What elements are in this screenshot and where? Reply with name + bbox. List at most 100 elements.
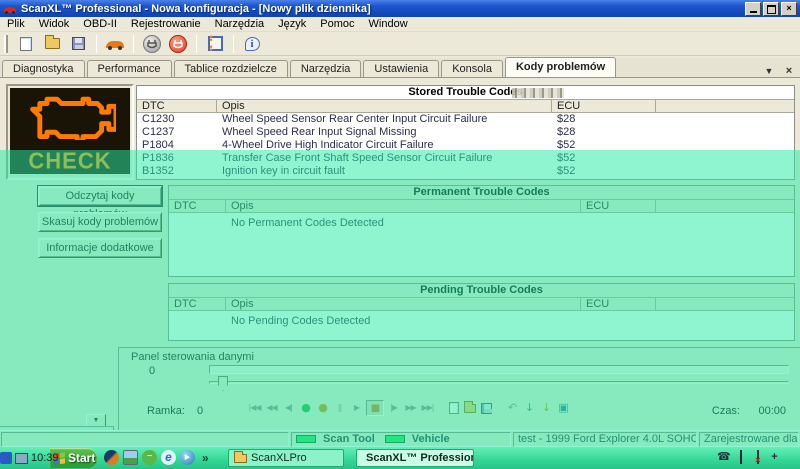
column-ecu[interactable]: ECU bbox=[581, 200, 656, 212]
additional-info-button[interactable]: Informacje dodatkowe bbox=[38, 238, 162, 258]
step-back-button[interactable]: ◀| bbox=[281, 400, 296, 416]
menu-rejestrowanie[interactable]: Rejestrowanie bbox=[124, 17, 208, 32]
play-button[interactable]: ▶ bbox=[349, 400, 364, 416]
vehicle-icon[interactable] bbox=[103, 33, 127, 54]
dashboard-frame-icon[interactable] bbox=[203, 33, 227, 54]
menu-jezyk[interactable]: Język bbox=[271, 17, 313, 32]
battery-icon[interactable] bbox=[734, 450, 747, 464]
step-forward-button[interactable]: |▶ bbox=[386, 400, 401, 416]
skip-end-button[interactable]: ▶▶| bbox=[420, 400, 435, 416]
record-button[interactable]: ● bbox=[298, 400, 313, 416]
restore-button[interactable] bbox=[763, 2, 779, 16]
pause-button[interactable]: || bbox=[332, 400, 347, 416]
tab-scroll-icon[interactable]: ▼ bbox=[762, 66, 776, 76]
ghost-clock: 10:39 bbox=[31, 452, 59, 464]
menu-widok[interactable]: Widok bbox=[32, 17, 77, 32]
column-dtc[interactable]: DTC bbox=[137, 100, 217, 112]
undo-icon[interactable]: ↶ bbox=[505, 400, 520, 416]
task-scanxlpro[interactable]: ScanXLPro bbox=[228, 449, 344, 467]
open-file-icon[interactable] bbox=[40, 33, 64, 54]
column-ecu[interactable]: ECU bbox=[581, 298, 656, 310]
connect-icon[interactable] bbox=[140, 33, 164, 54]
table-row[interactable]: C1230Wheel Speed Sensor Rear Center Inpu… bbox=[137, 113, 794, 126]
tab-konsola[interactable]: Konsola bbox=[441, 60, 503, 77]
tab-ustawienia[interactable]: Ustawienia bbox=[363, 60, 439, 77]
table-row[interactable]: C1237Wheel Speed Rear Input Signal Missi… bbox=[137, 126, 794, 139]
column-dtc[interactable]: DTC bbox=[169, 200, 226, 212]
time-value: 00:00 bbox=[758, 405, 786, 417]
status-cell-empty bbox=[1, 432, 289, 447]
quick-launch-overflow-icon[interactable]: » bbox=[202, 451, 209, 465]
toolbar-grip[interactable] bbox=[4, 35, 8, 53]
tab-performance[interactable]: Performance bbox=[87, 60, 172, 77]
menu-window[interactable]: Window bbox=[362, 17, 415, 32]
permanent-codes-group: Permanent Trouble Codes DTC Opis ECU No … bbox=[168, 185, 795, 277]
skip-start-button[interactable]: |◀◀ bbox=[247, 400, 262, 416]
new-log-icon[interactable] bbox=[447, 401, 461, 416]
info-icon[interactable]: i bbox=[240, 33, 264, 54]
tab-close-icon[interactable]: × bbox=[782, 65, 796, 77]
menu-narzedzia[interactable]: Narzędzia bbox=[208, 17, 272, 32]
rewind-button[interactable]: ◀◀ bbox=[264, 400, 279, 416]
transport-controls: |◀◀ ◀◀ ◀| ● ● || ▶ ■ |▶ ▶▶ ▶▶| ↶ ↓ ↓ ▣ bbox=[247, 400, 571, 416]
render-artifact bbox=[512, 88, 564, 98]
slider-groove[interactable] bbox=[209, 381, 789, 384]
disconnect-icon[interactable] bbox=[166, 33, 190, 54]
column-ecu[interactable]: ECU bbox=[552, 100, 656, 112]
progress-track[interactable] bbox=[209, 365, 789, 374]
internet-explorer-icon[interactable]: e bbox=[161, 450, 176, 465]
marker-button[interactable]: ● bbox=[315, 400, 330, 416]
tab-narzedzia[interactable]: Narzędzia bbox=[290, 60, 362, 77]
table-row[interactable]: P18044-Wheel Drive High Indicator Circui… bbox=[137, 139, 794, 152]
column-extra[interactable] bbox=[656, 298, 794, 310]
tab-kody-problemow[interactable]: Kody problemów bbox=[505, 57, 616, 77]
modem-icon[interactable]: ☎ bbox=[717, 450, 730, 464]
table-row[interactable]: B1352Ignition key in circuit fault$52 bbox=[137, 165, 794, 178]
table-row[interactable]: P1836Transfer Case Front Shaft Speed Sen… bbox=[137, 152, 794, 165]
title-bar[interactable]: ScanXL™ Professional - Nowa konfiguracja… bbox=[0, 0, 800, 17]
column-opis[interactable]: Opis bbox=[226, 200, 581, 212]
tab-tablice-rozdzielcze[interactable]: Tablice rozdzielcze bbox=[174, 60, 288, 77]
ghost-clock-fragment: 10:39 bbox=[0, 452, 59, 464]
data-control-panel: Panel sterowania danymi 0 Ramka: 0 |◀◀ ◀… bbox=[118, 347, 800, 430]
permanent-empty-message: No Permanent Codes Detected bbox=[169, 213, 794, 229]
browser-icon[interactable] bbox=[104, 450, 119, 465]
export-green-icon[interactable]: ↓ bbox=[522, 400, 537, 416]
pending-codes-header: DTC Opis ECU bbox=[169, 298, 794, 311]
column-opis[interactable]: Opis bbox=[226, 298, 581, 310]
image-viewer-icon[interactable] bbox=[123, 450, 138, 465]
column-extra[interactable] bbox=[656, 200, 794, 212]
antivirus-icon[interactable]: + bbox=[768, 450, 781, 464]
scanxl-window: ScanXL™ Professional - Nowa konfiguracja… bbox=[0, 0, 800, 469]
app-icon bbox=[3, 3, 17, 15]
status-indicators: Scan Tool Vehicle bbox=[291, 432, 511, 447]
read-codes-button[interactable]: Odczytaj kody problemów bbox=[38, 186, 162, 206]
fast-forward-button[interactable]: ▶▶ bbox=[403, 400, 418, 416]
slider-thumb[interactable] bbox=[218, 376, 228, 391]
task-scanxl-professional[interactable]: ScanXL™ Professional... bbox=[356, 449, 474, 467]
status-bar: Scan Tool Vehicle test - 1999 Ford Explo… bbox=[0, 430, 800, 447]
permanent-codes-header: DTC Opis ECU bbox=[169, 200, 794, 213]
media-player-icon[interactable]: ▶ bbox=[180, 450, 195, 465]
menu-pomoc[interactable]: Pomoc bbox=[313, 17, 361, 32]
open-log-icon[interactable] bbox=[463, 401, 477, 416]
minimize-button[interactable] bbox=[745, 2, 761, 16]
export-yellow-icon[interactable]: ↓ bbox=[539, 400, 554, 416]
save-icon[interactable] bbox=[66, 33, 90, 54]
menu-plik[interactable]: Plik bbox=[0, 17, 32, 32]
new-file-icon[interactable] bbox=[14, 33, 38, 54]
messenger-icon[interactable]: ~ bbox=[142, 450, 157, 465]
column-extra[interactable] bbox=[656, 100, 794, 112]
network-offline-icon[interactable] bbox=[751, 450, 764, 464]
tab-diagnostyka[interactable]: Diagnostyka bbox=[2, 60, 85, 77]
menu-obd2[interactable]: OBD-II bbox=[76, 17, 124, 32]
stop-button[interactable]: ■ bbox=[366, 400, 384, 416]
column-opis[interactable]: Opis bbox=[217, 100, 552, 112]
snapshot-frame-icon[interactable]: ▣ bbox=[556, 400, 571, 416]
column-dtc[interactable]: DTC bbox=[169, 298, 226, 310]
save-log-icon[interactable] bbox=[479, 401, 493, 416]
clear-codes-button[interactable]: Skasuj kody problemów bbox=[38, 212, 162, 232]
volume-icon[interactable] bbox=[785, 450, 798, 464]
vehicle-status-led bbox=[385, 435, 405, 443]
close-button[interactable]: × bbox=[781, 2, 797, 16]
